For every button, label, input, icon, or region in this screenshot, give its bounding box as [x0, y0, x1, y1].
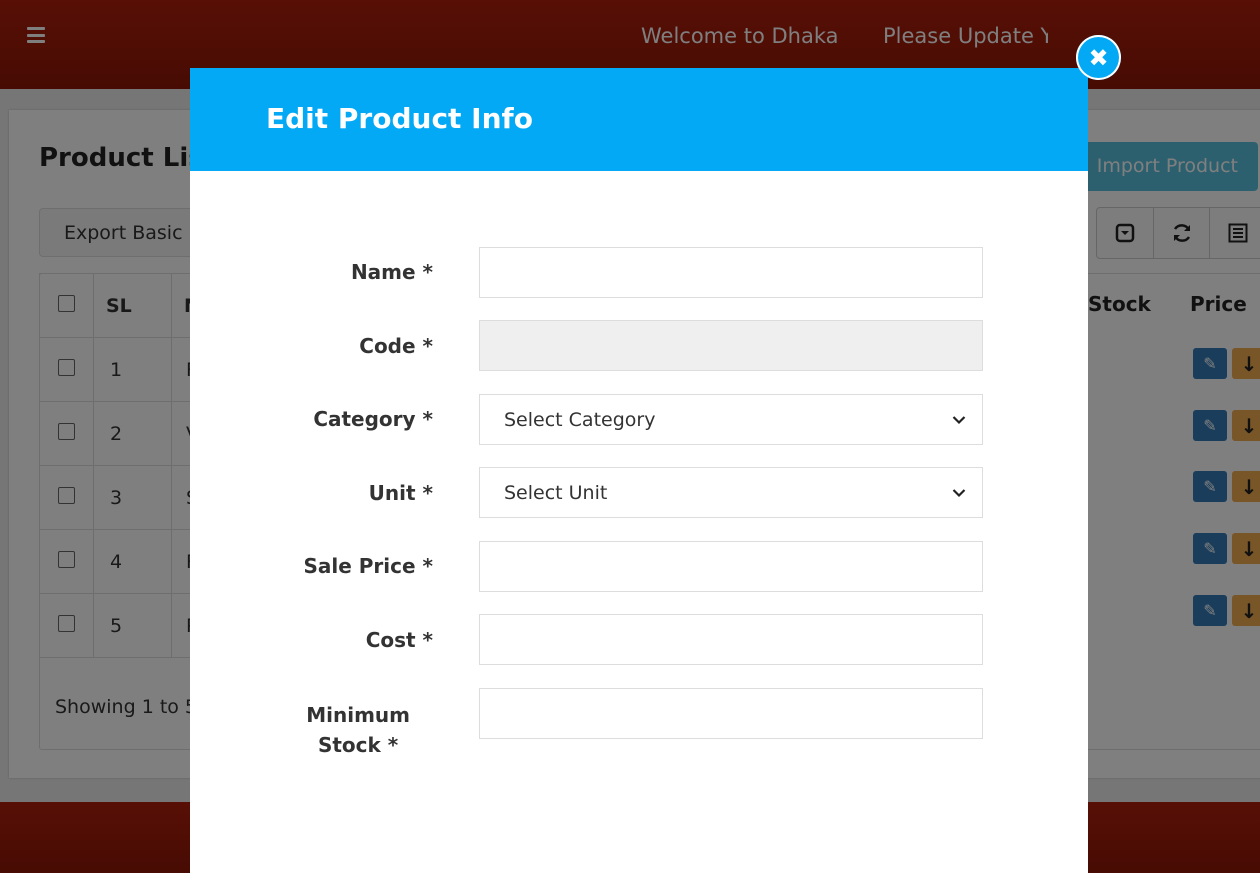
- edit-product-modal: Edit Product Info Name * Code * Category…: [190, 68, 1088, 873]
- modal-title: Edit Product Info: [266, 102, 533, 135]
- name-label: Name *: [350, 260, 433, 284]
- minimum-stock-label-line2: Stock *: [317, 733, 399, 757]
- sale-price-input[interactable]: [479, 541, 983, 592]
- sale-price-label: Sale Price *: [303, 554, 433, 578]
- cost-input[interactable]: [479, 614, 983, 665]
- category-select[interactable]: Select Category: [479, 394, 983, 445]
- name-input[interactable]: [479, 247, 983, 298]
- modal-header: Edit Product Info: [190, 68, 1088, 171]
- code-input: [479, 320, 983, 371]
- chevron-down-icon: [952, 483, 966, 502]
- unit-select[interactable]: Select Unit: [479, 467, 983, 518]
- unit-selected-value: Select Unit: [504, 481, 608, 504]
- minimum-stock-label: Minimum Stock *: [306, 700, 410, 760]
- minimum-stock-label-line1: Minimum: [306, 703, 410, 727]
- cost-label: Cost *: [365, 628, 433, 652]
- code-label: Code *: [359, 334, 433, 358]
- category-label: Category *: [313, 407, 433, 431]
- close-icon[interactable]: ✖: [1076, 35, 1121, 80]
- chevron-down-icon: [952, 410, 966, 429]
- unit-label: Unit *: [368, 481, 433, 505]
- category-selected-value: Select Category: [504, 408, 656, 431]
- minimum-stock-input[interactable]: [479, 688, 983, 739]
